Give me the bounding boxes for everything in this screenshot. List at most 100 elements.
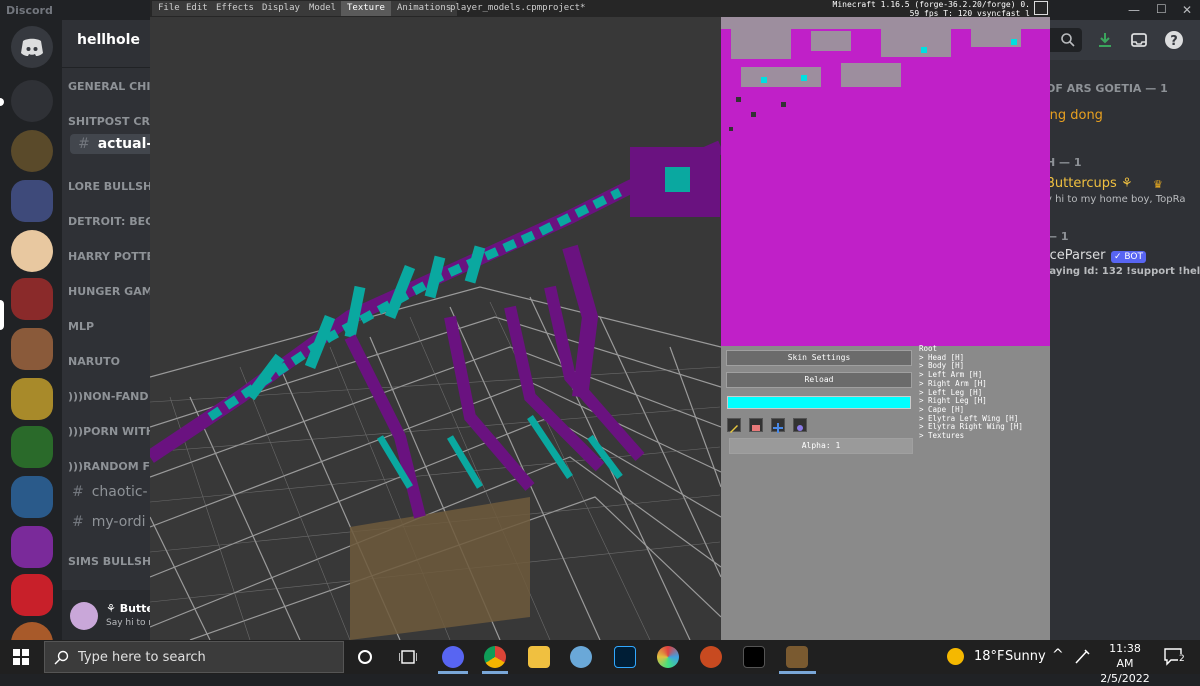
menu-edit[interactable]: Edit — [180, 1, 214, 16]
editor-panel: Skin Settings Reload Alpha: 1 Root > Hea… — [721, 344, 1050, 640]
category-naruto[interactable]: NARUTO — [68, 355, 120, 368]
color-picker[interactable] — [727, 396, 911, 409]
taskbar-search[interactable]: Type here to search — [44, 641, 344, 673]
category-non-fandom[interactable]: )))NON-FAND — [68, 390, 149, 403]
category-mlp[interactable]: MLP — [68, 320, 94, 333]
category-sims[interactable]: SIMS BULLSH — [68, 555, 150, 568]
server-folder[interactable] — [11, 526, 53, 568]
eraser-icon[interactable] — [749, 418, 763, 432]
category-shitpost[interactable]: SHITPOST CRU — [68, 115, 150, 128]
windows-start-icon[interactable] — [13, 649, 29, 665]
show-hidden-icon[interactable]: ^ — [1052, 647, 1064, 663]
header-toolbar: ? — [1050, 20, 1200, 60]
chrome-icon[interactable] — [484, 646, 506, 668]
server-icon[interactable] — [11, 80, 53, 122]
hash-icon: # — [72, 514, 84, 530]
app-icon[interactable] — [657, 646, 679, 668]
reload-button[interactable]: Reload — [726, 372, 912, 388]
help-icon[interactable]: ? — [1164, 30, 1184, 50]
category-porn[interactable]: )))PORN WITH — [68, 425, 150, 438]
svg-text:?: ? — [1170, 34, 1178, 49]
server-folder[interactable] — [11, 574, 53, 616]
category-random[interactable]: )))RANDOM F — [68, 460, 150, 473]
server-folder[interactable] — [11, 378, 53, 420]
channel-name: chaotic- — [91, 484, 148, 500]
skin-settings-button[interactable]: Skin Settings — [726, 350, 912, 366]
user-name: ⚘ Butter — [106, 602, 150, 615]
weather-desc[interactable]: Sunny — [1005, 649, 1046, 664]
menu-display[interactable]: Display — [256, 1, 306, 16]
editor-menubar: File Edit Effects Display Model Texture … — [150, 0, 1050, 18]
server-icon[interactable] — [11, 130, 53, 172]
channel-item[interactable]: # chaotic- — [72, 484, 148, 500]
server-folder[interactable] — [11, 328, 53, 370]
channel-item[interactable]: # my-ordi — [72, 514, 146, 530]
member-name[interactable]: iceParser — [1050, 248, 1105, 263]
model-viewport[interactable] — [150, 17, 721, 640]
menu-effects[interactable]: Effects — [210, 1, 260, 16]
menu-texture[interactable]: Texture — [341, 1, 391, 16]
home-button[interactable] — [11, 26, 53, 68]
cortana-icon[interactable] — [357, 649, 373, 665]
member-group-heading: OF ARS GOETIA — 1 — [1050, 82, 1168, 95]
server-folder[interactable] — [11, 180, 53, 222]
server-folder[interactable] — [11, 278, 53, 320]
server-indicator — [0, 98, 4, 106]
minecraft-window: File Edit Effects Display Model Texture … — [150, 0, 1050, 640]
category-detroit[interactable]: DETROIT: BEC — [68, 215, 150, 228]
discord-logo-icon — [21, 38, 43, 56]
discord-taskbar-icon[interactable] — [442, 646, 464, 668]
server-name[interactable]: hellhole — [77, 32, 140, 48]
paint-icon[interactable] — [570, 646, 592, 668]
pen-icon[interactable] — [1073, 648, 1091, 666]
category-harry-potter[interactable]: HARRY POTTE — [68, 250, 150, 263]
pencil-icon[interactable] — [727, 418, 741, 433]
clock[interactable]: 11:38 AM 2/5/2022 — [1100, 641, 1150, 686]
weather-temp[interactable]: 18°F — [974, 649, 1005, 664]
member-name[interactable]: ing dong — [1050, 108, 1103, 123]
menu-animations[interactable]: Animations — [391, 1, 458, 16]
app-icon[interactable] — [700, 646, 722, 668]
close-window-button[interactable]: ✕ — [1182, 3, 1192, 17]
task-view-icon[interactable] — [399, 649, 417, 665]
channel-active[interactable]: # actual-sl — [70, 134, 150, 154]
inbox-icon[interactable] — [1130, 31, 1148, 49]
alpha-slider[interactable]: Alpha: 1 — [729, 438, 913, 454]
app-icon[interactable] — [743, 646, 765, 668]
member-name[interactable]: Buttercups ⚘ — [1050, 176, 1133, 191]
search-box[interactable] — [1050, 28, 1082, 52]
file-explorer-icon[interactable] — [528, 646, 550, 668]
member-group-heading: H — 1 — [1050, 156, 1082, 169]
notification-count: 2 — [1178, 654, 1186, 664]
texture-preview[interactable] — [721, 17, 1050, 346]
search-icon — [54, 650, 69, 665]
server-folder[interactable] — [11, 426, 53, 468]
time-text: 11:38 AM — [1109, 642, 1141, 670]
minecraft-icon[interactable] — [786, 646, 808, 668]
version-text: Minecraft 1.16.5 (forge-36.2.20/forge) 0… — [832, 0, 1030, 9]
menu-model[interactable]: Model — [303, 1, 343, 16]
member-status: laying Id: 132 !support !help ! — [1050, 266, 1200, 277]
minimize-button[interactable]: — — [1128, 3, 1140, 17]
move-icon[interactable] — [771, 418, 785, 433]
server-indicator — [0, 300, 4, 330]
member-list-area: ? OF ARS GOETIA — 1 ing dong H — 1 Butte… — [1050, 20, 1200, 640]
server-rail — [0, 20, 62, 664]
user-status: Say hi to n — [106, 618, 150, 628]
category-lore[interactable]: LORE BULLSH — [68, 180, 150, 193]
maximize-button[interactable]: ☐ — [1156, 2, 1167, 16]
category-general[interactable]: GENERAL CHI — [68, 80, 150, 93]
avatar[interactable] — [70, 602, 98, 630]
discord-title: Discord — [0, 0, 150, 20]
user-panel: ⚘ Butter Say hi to n — [62, 590, 150, 640]
server-folder[interactable] — [11, 476, 53, 518]
color-picker-icon[interactable] — [793, 418, 807, 432]
search-icon — [1061, 33, 1075, 47]
part-tree: Root > Head [H] > Body [H] > Left Arm [H… — [919, 344, 1023, 441]
tree-item[interactable]: > Textures — [919, 431, 1023, 441]
server-icon[interactable] — [11, 230, 53, 272]
download-icon[interactable] — [1096, 31, 1114, 49]
category-hunger-games[interactable]: HUNGER GAM — [68, 285, 150, 298]
close-editor-button[interactable] — [1034, 1, 1048, 15]
photoshop-icon[interactable] — [614, 646, 636, 668]
